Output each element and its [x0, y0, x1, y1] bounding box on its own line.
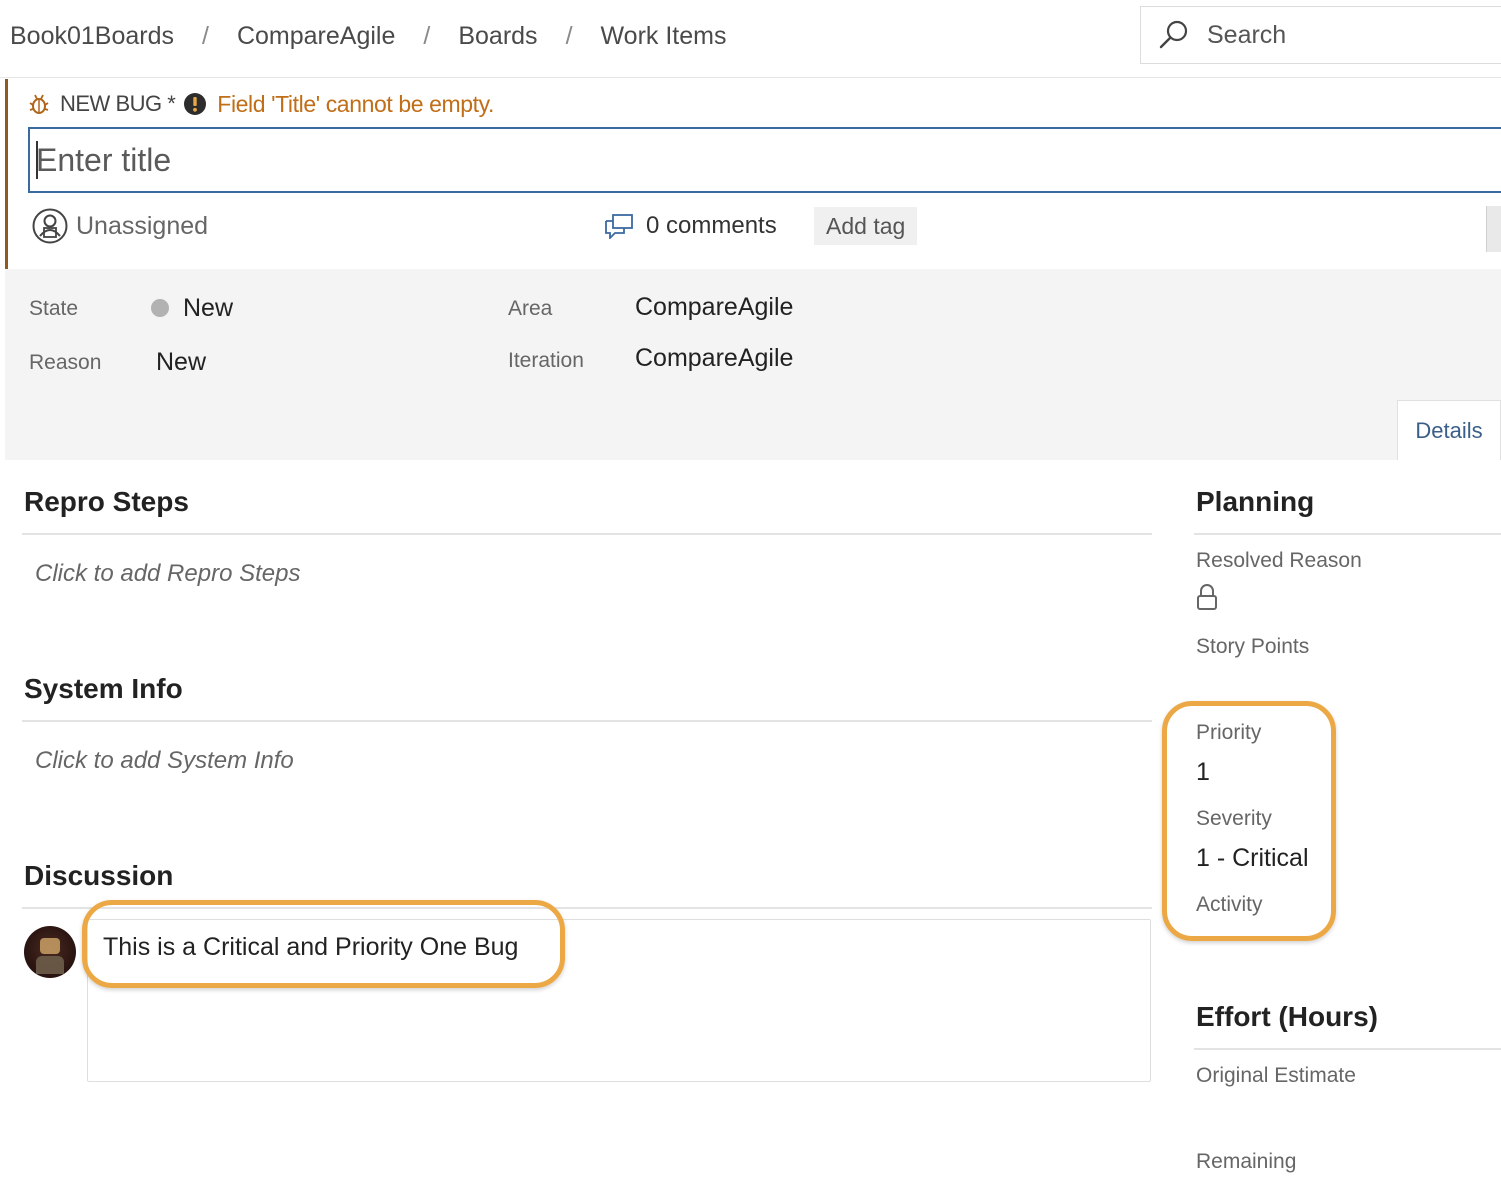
discussion-heading: Discussion	[24, 860, 174, 891]
severity-value[interactable]: 1 - Critical	[1196, 844, 1309, 873]
toolbar-edge-button[interactable]	[1486, 206, 1501, 252]
breadcrumb-separator: /	[565, 22, 573, 50]
comments-link[interactable]: 0 comments	[604, 212, 777, 240]
repro-steps-heading: Repro Steps	[24, 486, 189, 517]
fields-panel: State New Reason New Area CompareAgile I…	[5, 269, 1501, 460]
comments-icon	[605, 214, 633, 239]
effort-heading: Effort (Hours)	[1196, 1001, 1378, 1032]
work-item-meta-row: Unassigned 0 comments Add tag	[28, 204, 1501, 252]
bug-icon	[29, 94, 49, 114]
work-item-type-label: NEW BUG *	[60, 91, 176, 116]
iteration-label: Iteration	[508, 349, 584, 372]
search-box[interactable]: Search	[1140, 6, 1501, 64]
state-label: State	[29, 297, 79, 320]
severity-label: Severity	[1196, 807, 1272, 830]
area-label: Area	[508, 297, 553, 320]
iteration-value[interactable]: CompareAgile	[635, 344, 793, 373]
discussion-text: This is a Critical and Priority One Bug	[103, 933, 519, 961]
title-input[interactable]	[28, 127, 1501, 193]
lock-icon	[1197, 584, 1217, 610]
divider	[22, 907, 1152, 909]
divider	[22, 720, 1152, 722]
breadcrumb-separator: /	[423, 22, 431, 50]
breadcrumb: Book01Boards / CompareAgile / Boards / W…	[10, 22, 726, 51]
top-bar: Book01Boards / CompareAgile / Boards / W…	[0, 0, 1501, 78]
priority-label: Priority	[1196, 721, 1262, 744]
system-info-heading: System Info	[24, 673, 183, 704]
text-caret	[36, 141, 38, 179]
breadcrumb-work-items[interactable]: Work Items	[601, 22, 727, 51]
original-estimate-label: Original Estimate	[1196, 1064, 1356, 1087]
avatar-body	[36, 956, 64, 974]
assignee-name: Unassigned	[76, 211, 209, 240]
remaining-label: Remaining	[1196, 1150, 1297, 1173]
comments-count: 0 comments	[646, 212, 777, 239]
validation-error-message: Field 'Title' cannot be empty.	[217, 90, 495, 117]
avatar-face	[40, 938, 60, 954]
reason-value[interactable]: New	[156, 348, 206, 377]
work-item-type-line: NEW BUG * Field 'Title' cannot be empty.	[28, 91, 494, 117]
breadcrumb-boards[interactable]: Boards	[458, 22, 537, 51]
divider	[1194, 533, 1501, 535]
repro-steps-editor[interactable]: Click to add Repro Steps	[35, 560, 300, 588]
state-indicator-dot	[151, 299, 169, 317]
work-item-header: NEW BUG * Field 'Title' cannot be empty.…	[5, 79, 1501, 269]
search-label: Search	[1207, 20, 1287, 49]
priority-value[interactable]: 1	[1196, 758, 1210, 787]
search-icon	[1159, 20, 1188, 49]
planning-heading: Planning	[1196, 486, 1315, 517]
area-value[interactable]: CompareAgile	[635, 293, 793, 322]
state-value[interactable]: New	[183, 294, 233, 323]
add-tag-button[interactable]: Add tag	[814, 207, 918, 245]
resolved-reason-label: Resolved Reason	[1196, 549, 1362, 572]
error-icon	[184, 93, 207, 115]
tab-details[interactable]: Details	[1397, 400, 1501, 460]
breadcrumb-project[interactable]: Book01Boards	[10, 22, 174, 51]
reason-label: Reason	[29, 351, 102, 374]
breadcrumb-separator: /	[202, 22, 209, 50]
breadcrumb-team[interactable]: CompareAgile	[237, 22, 395, 51]
divider	[1194, 1048, 1501, 1050]
user-avatar	[24, 926, 76, 978]
unassigned-avatar-icon	[32, 208, 68, 244]
system-info-editor[interactable]: Click to add System Info	[35, 747, 294, 775]
activity-label: Activity	[1196, 893, 1263, 916]
story-points-label: Story Points	[1196, 635, 1310, 658]
divider	[22, 533, 1152, 535]
assignee-picker[interactable]: Unassigned	[32, 208, 208, 244]
